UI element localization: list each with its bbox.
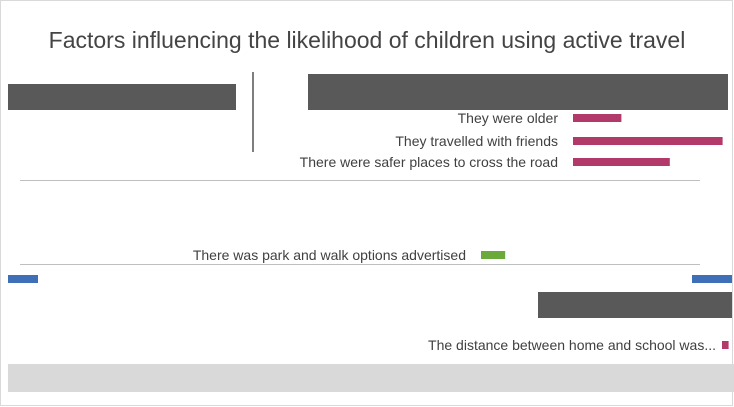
accent-tile [8,275,38,283]
category-label: There were safer places to cross the roa… [300,154,558,170]
bar-chart: They were older They travelled with frien… [8,72,734,392]
category-label: They were older [458,110,559,126]
bar [573,158,670,166]
axis-line [252,72,254,152]
bar [722,341,729,349]
separator-line [20,180,700,181]
bar [573,114,622,122]
accent-tile [692,275,732,283]
bar [481,251,506,259]
category-label: The distance between home and school was… [428,337,716,353]
footer-band [538,292,732,318]
footer-band [8,364,734,392]
category-label: They travelled with friends [395,133,558,149]
header-band [308,74,728,110]
bar [573,137,723,145]
header-band [8,84,236,110]
category-label: There was park and walk options advertis… [193,247,466,263]
separator-line [20,264,700,265]
